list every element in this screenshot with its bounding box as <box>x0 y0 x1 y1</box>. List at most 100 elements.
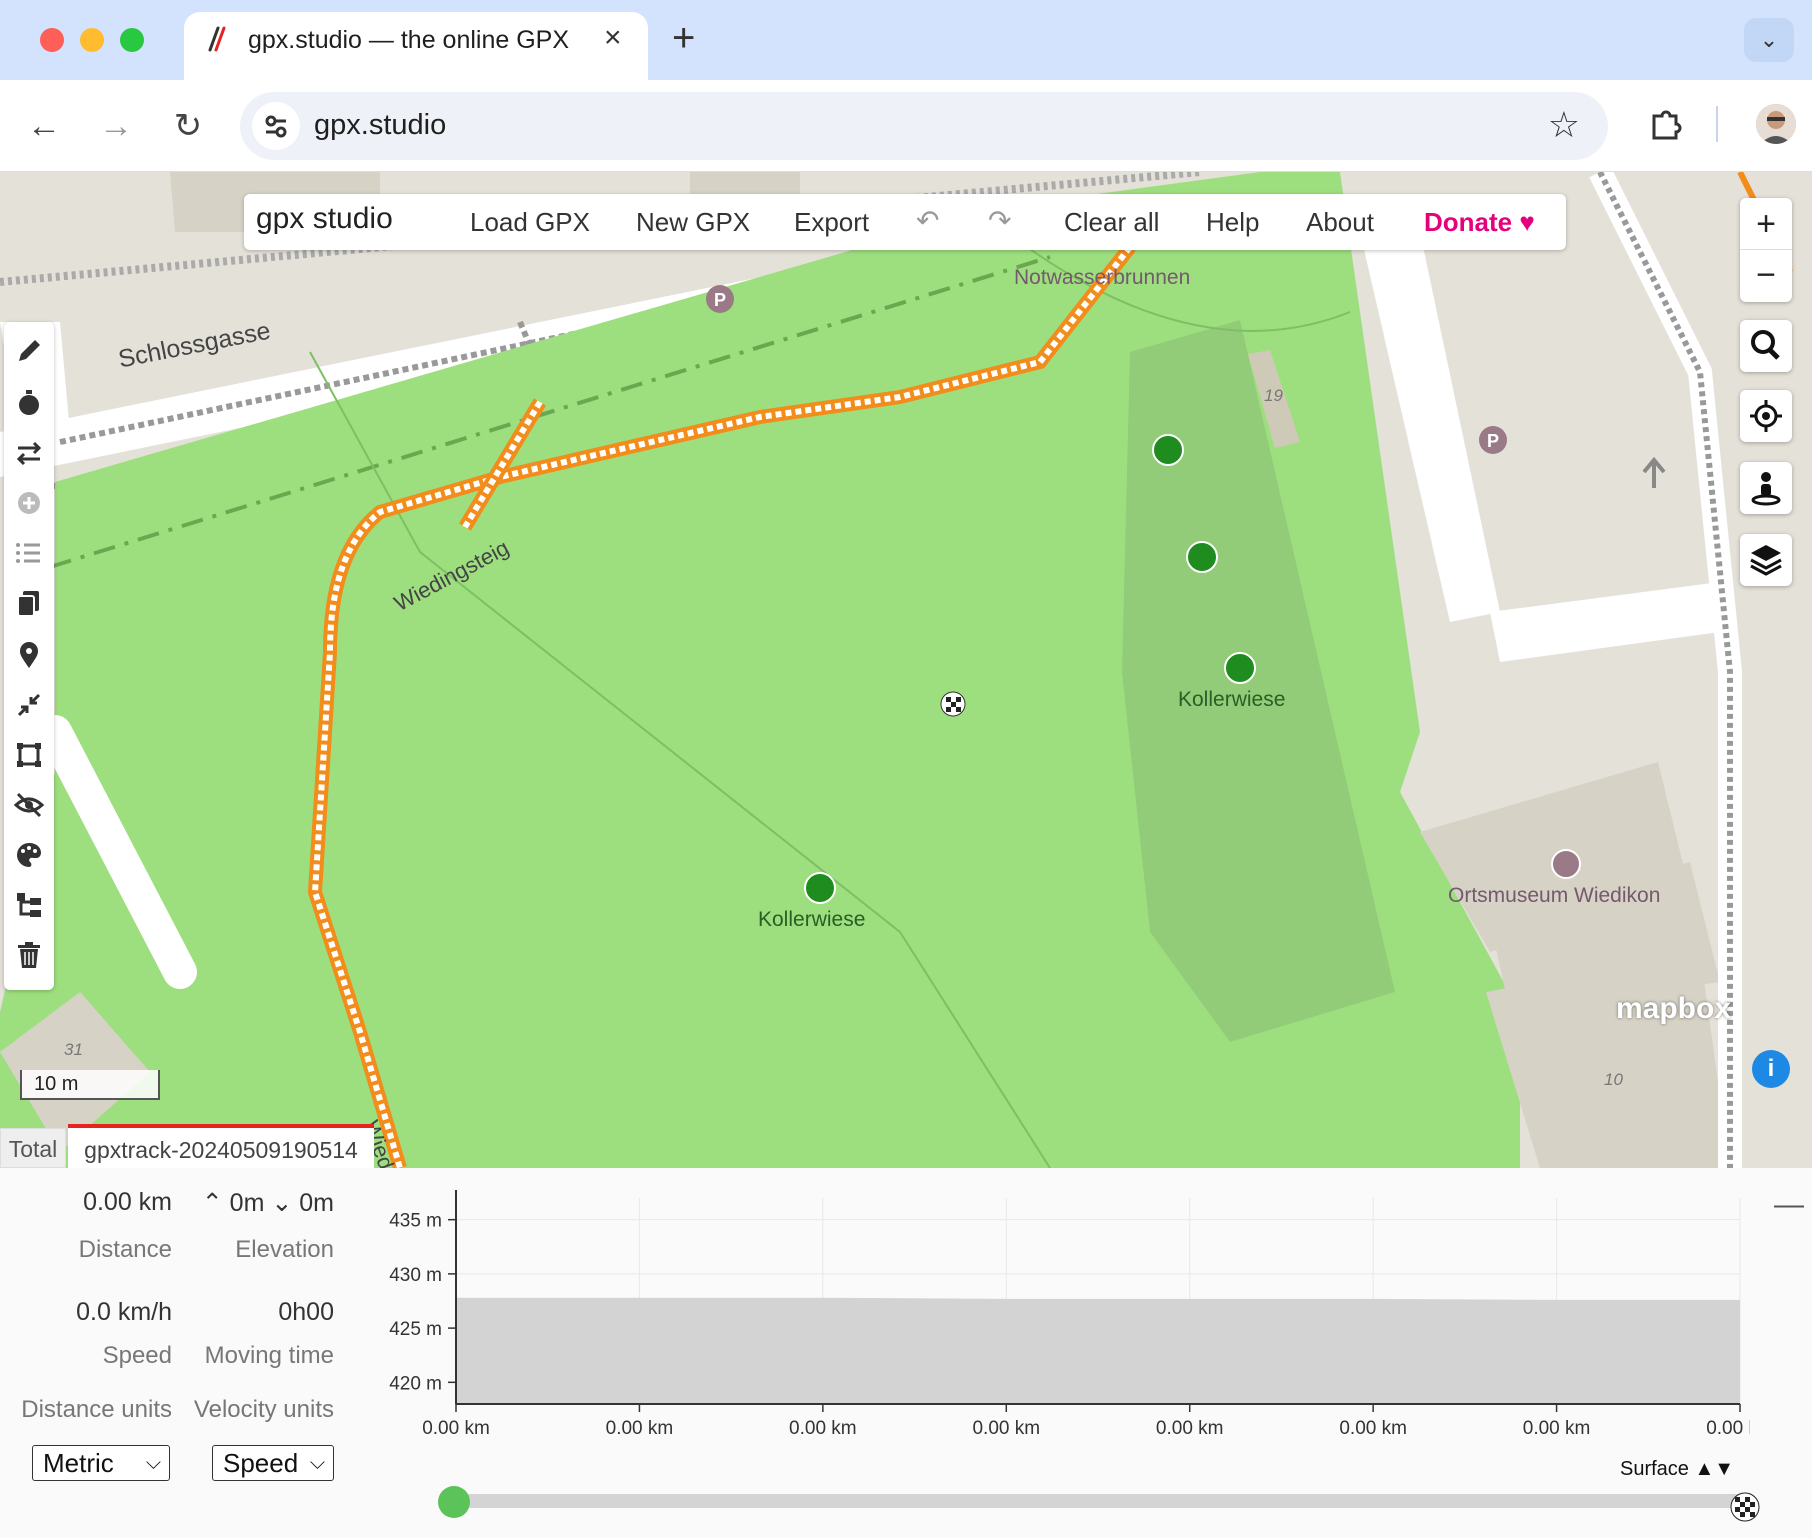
x-tick-label: 0.00 km <box>606 1418 674 1439</box>
menu-load-gpx[interactable]: Load GPX <box>470 207 590 238</box>
elevation-up-icon: ⌃ <box>201 1189 223 1217</box>
map-canvas[interactable]: P P Schlossgasse Wiedingsteig Wied Notwa… <box>0 172 1812 1168</box>
layers-button[interactable] <box>1740 534 1792 586</box>
window-zoom-button[interactable] <box>120 28 144 52</box>
app-logo[interactable]: gpx studio <box>256 202 393 236</box>
star-icon[interactable]: ☆ <box>1548 104 1580 146</box>
eye-off-icon[interactable] <box>12 788 46 822</box>
scale-bar: 10 m <box>20 1070 160 1100</box>
y-tick-label: 425 m <box>389 1319 442 1340</box>
address-bar[interactable]: gpx.studio ☆ <box>240 92 1608 160</box>
elevation-down-value: 0m <box>299 1189 334 1217</box>
moving-time-label: Moving time <box>204 1342 334 1369</box>
chevron-down-icon[interactable]: ⌄ <box>1744 18 1794 62</box>
locate-button[interactable] <box>1740 390 1792 442</box>
speed-label: Speed <box>102 1342 172 1369</box>
trash-icon[interactable] <box>12 938 46 972</box>
distance-label: Distance <box>78 1236 172 1263</box>
street-view-button[interactable] <box>1740 462 1792 514</box>
slider-start-handle[interactable] <box>438 1486 470 1518</box>
chevron-down-icon: ⌵ <box>145 1452 161 1474</box>
list-icon[interactable] <box>12 536 46 570</box>
surface-legend[interactable]: Surface ▲▼ <box>1620 1458 1734 1481</box>
elevation-label: Elevation <box>235 1236 334 1263</box>
poi-label: Notwasserbrunnen <box>1014 266 1191 289</box>
speed-value: 0.0 km/h <box>76 1298 172 1326</box>
heart-icon: ♥ <box>1519 207 1535 237</box>
menu-export[interactable]: Export <box>794 207 869 238</box>
pin-icon[interactable] <box>12 638 46 672</box>
distance-units-select[interactable]: Metric ⌵ <box>32 1445 170 1481</box>
app-menu-bar: gpx studio Load GPX New GPX Export ↶ ↷ C… <box>244 194 1566 250</box>
avatar[interactable] <box>1756 104 1796 144</box>
slider-end-flag-icon[interactable] <box>1730 1492 1760 1522</box>
distance-units-value: Metric <box>43 1448 114 1478</box>
arrow-right-icon[interactable]: → <box>92 102 140 150</box>
zoom-in-button[interactable]: + <box>1740 198 1792 250</box>
tab-total[interactable]: Total <box>0 1128 66 1168</box>
donate-label: Donate <box>1424 207 1513 237</box>
chevron-down-icon: ⌵ <box>309 1452 325 1474</box>
window-close-button[interactable] <box>40 28 64 52</box>
browser-tab[interactable]: gpx.studio — the online GPX × <box>184 12 648 80</box>
x-tick-label: 0.00 km <box>1706 1418 1750 1439</box>
elevation-area <box>456 1297 1740 1404</box>
mapbox-logo[interactable]: mapbox <box>1616 992 1731 1026</box>
svg-text:P: P <box>1487 431 1499 451</box>
redo-icon[interactable]: ↷ <box>988 204 1011 237</box>
distance-units-label: Distance units <box>21 1396 172 1423</box>
x-tick-label: 0.00 km <box>972 1418 1040 1439</box>
arrow-left-icon[interactable]: ← <box>20 102 68 150</box>
window-minimize-button[interactable] <box>80 28 104 52</box>
svg-text:P: P <box>714 290 726 310</box>
house-number: 19 <box>1264 386 1283 405</box>
x-tick-label: 0.00 km <box>1339 1418 1407 1439</box>
undo-icon[interactable]: ↶ <box>916 204 939 237</box>
tab-file[interactable]: gpxtrack-20240509190514 <box>68 1124 374 1168</box>
browser-toolbar: ← → ↻ gpx.studio ☆ <box>0 80 1812 172</box>
search-icon <box>1751 330 1780 360</box>
copy-icon[interactable] <box>12 586 46 620</box>
surface-legend-label: Surface <box>1620 1458 1689 1480</box>
velocity-units-select[interactable]: Speed ⌵ <box>212 1445 334 1481</box>
menu-new-gpx[interactable]: New GPX <box>636 207 750 238</box>
x-tick-label: 0.00 km <box>1156 1418 1224 1439</box>
house-number: 10 <box>1604 1070 1623 1089</box>
tool-sidebar <box>4 322 54 990</box>
palette-icon[interactable] <box>12 838 46 872</box>
donate-button[interactable]: Donate ♥ <box>1424 207 1535 238</box>
plus-circle-icon[interactable] <box>12 486 46 520</box>
crop-icon[interactable] <box>12 738 46 772</box>
minimize-icon[interactable] <box>12 688 46 722</box>
menu-clear-all[interactable]: Clear all <box>1064 207 1159 238</box>
house-number: 31 <box>64 1040 83 1059</box>
puzzle-icon[interactable] <box>1646 104 1686 144</box>
info-icon[interactable]: i <box>1752 1050 1790 1088</box>
reload-icon[interactable]: ↻ <box>164 102 212 150</box>
menu-help[interactable]: Help <box>1206 207 1259 238</box>
stopwatch-icon[interactable] <box>12 386 46 420</box>
velocity-units-label: Velocity units <box>193 1396 334 1423</box>
search-button[interactable] <box>1740 320 1792 372</box>
menu-about[interactable]: About <box>1306 207 1374 238</box>
plus-icon[interactable]: + <box>672 18 695 58</box>
park-label: Kollerwiese <box>1178 688 1286 711</box>
toolbar-divider <box>1716 106 1718 142</box>
reverse-icon[interactable] <box>12 436 46 470</box>
pencil-icon[interactable] <box>12 334 46 368</box>
elevation-up-value: 0m <box>229 1189 265 1217</box>
x-tick-label: 0.00 km <box>422 1418 490 1439</box>
elevation-value: ⌃ 0m ⌄ 0m <box>186 1188 334 1218</box>
x-tick-label: 0.00 km <box>789 1418 857 1439</box>
close-icon[interactable]: × <box>604 22 622 54</box>
url-text[interactable]: gpx.studio <box>314 109 446 142</box>
zoom-out-button[interactable]: − <box>1740 250 1792 302</box>
elevation-profile-chart[interactable]: 435 m 430 m 425 m 420 m 0.00 km 0.00 km 0.00 … <box>370 1188 1750 1498</box>
minimize-panel-button[interactable]: — <box>1774 1188 1804 1222</box>
mapbox-logo-text: mapbox <box>1616 992 1732 1025</box>
profile-range-slider[interactable] <box>440 1494 1746 1508</box>
tune-icon[interactable] <box>252 102 300 150</box>
structure-icon[interactable] <box>12 888 46 922</box>
distance-value: 0.00 km <box>83 1188 172 1216</box>
layers-icon <box>1750 545 1782 576</box>
